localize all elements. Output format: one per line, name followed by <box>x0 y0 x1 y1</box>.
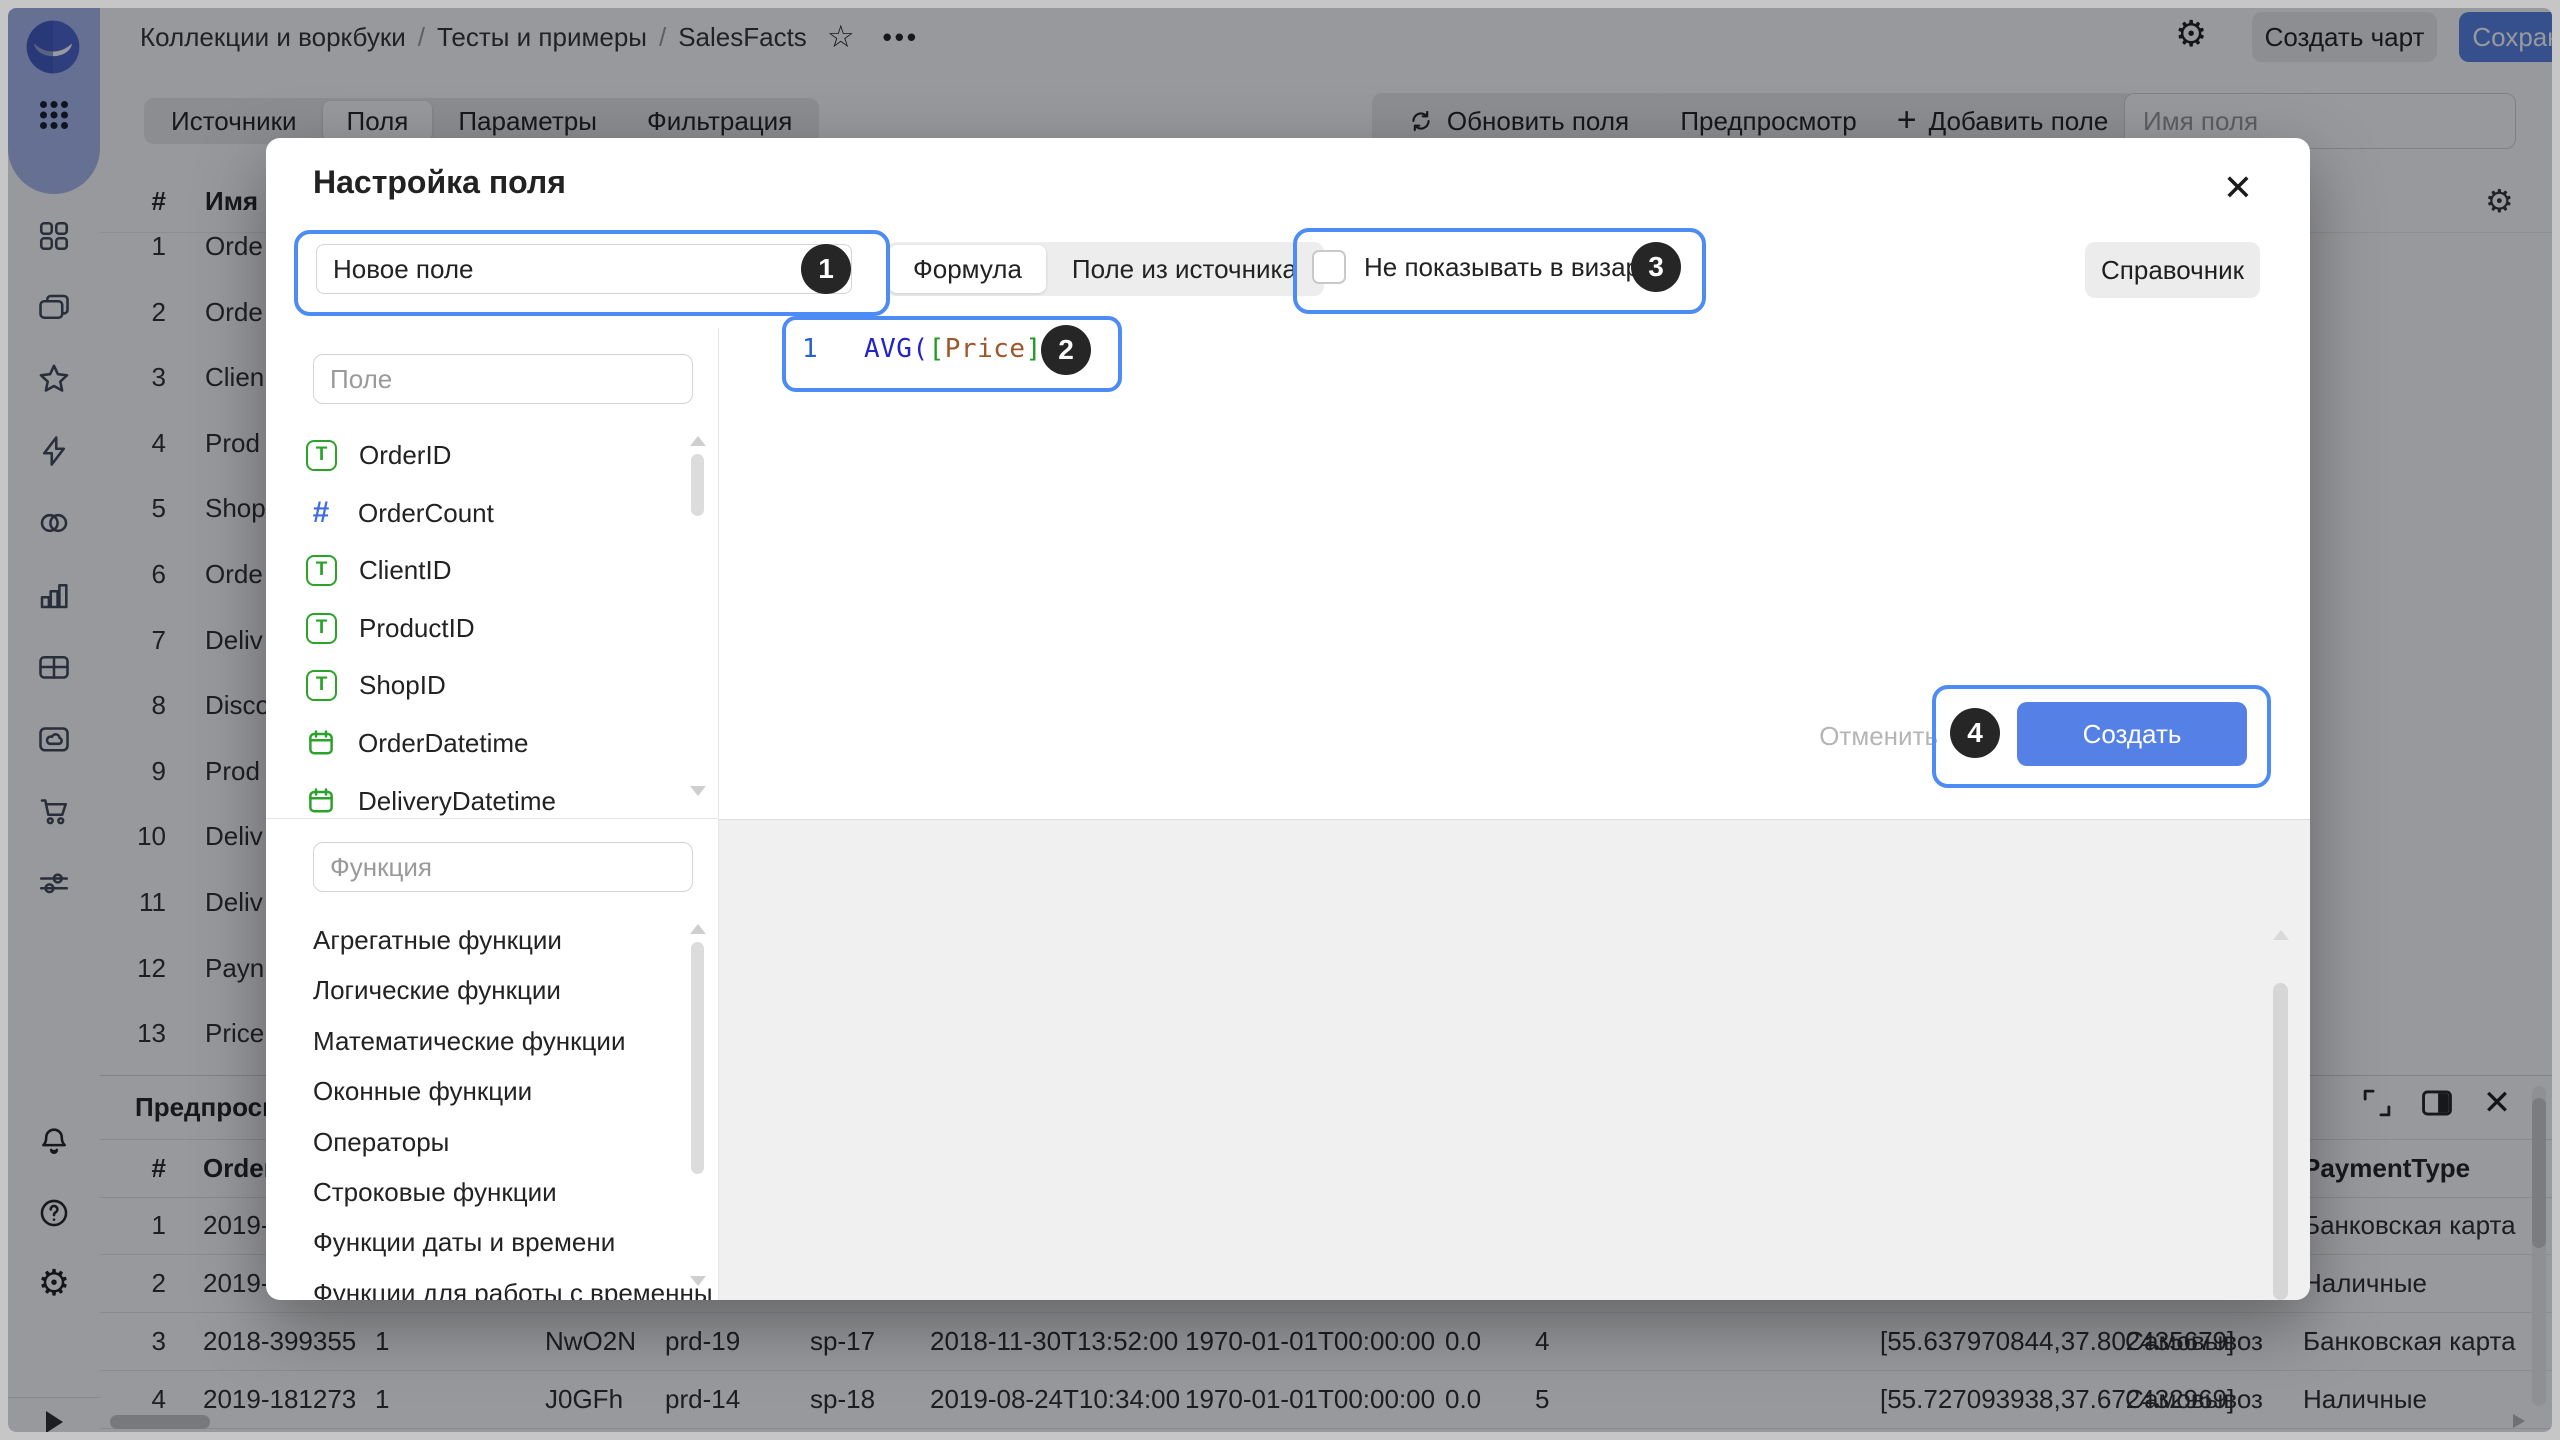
formula-token: ] <box>1026 334 1042 364</box>
create-button[interactable]: Создать <box>2017 702 2247 766</box>
function-group-item[interactable]: Математические функции <box>313 1016 711 1066</box>
dialog-close-button[interactable]: ✕ <box>2214 164 2262 212</box>
formula-line-number: 1 <box>802 334 818 364</box>
field-search-input[interactable] <box>313 354 693 404</box>
field-list-item[interactable]: T ProductID <box>306 599 698 657</box>
formula-token: Price <box>945 334 1026 364</box>
date-type-icon <box>306 786 336 816</box>
date-type-icon <box>306 728 336 758</box>
annotation-badge-3: 3 <box>1631 242 1681 292</box>
field-list-item[interactable]: # OrderCount <box>306 484 698 542</box>
function-group-item[interactable]: Логические функции <box>313 965 711 1015</box>
field-list-item[interactable]: T ClientID <box>306 541 698 599</box>
field-list-item[interactable]: T OrderID <box>306 426 698 484</box>
annotation-badge-4: 4 <box>1950 708 2000 758</box>
annotation-badge-2: 2 <box>1041 325 1091 375</box>
function-list-scroll-down-icon[interactable] <box>690 1276 706 1286</box>
field-name: OrderID <box>359 440 451 471</box>
field-name: DeliveryDatetime <box>358 786 556 817</box>
formula-token: AVG( <box>864 334 929 364</box>
hide-in-wizard-control: Не показывать в визарде <box>1312 234 1669 300</box>
tab-source-field[interactable]: Поле из источника <box>1048 245 1321 293</box>
app-window: ⚙ Коллекции и воркбуки / Тесты и примеры… <box>8 8 2552 1432</box>
function-group-item[interactable]: Операторы <box>313 1117 711 1167</box>
function-list-scroll-up-icon[interactable] <box>690 924 706 934</box>
function-group-item[interactable]: Агрегатные функции <box>313 915 711 965</box>
formula-token: [ <box>929 334 945 364</box>
field-settings-dialog: Настройка поля ✕ 1 Формула Поле из источ… <box>266 138 2310 1300</box>
field-name: ProductID <box>359 613 475 644</box>
string-type-icon: T <box>306 555 337 586</box>
string-type-icon: T <box>306 670 337 701</box>
screenshot-root: ⚙ Коллекции и воркбуки / Тесты и примеры… <box>0 0 2560 1440</box>
field-list-item[interactable]: DeliveryDatetime <box>306 772 698 830</box>
field-list-scrollbar-thumb[interactable] <box>691 454 704 516</box>
tab-formula[interactable]: Формула <box>889 245 1046 293</box>
string-type-icon: T <box>306 613 337 644</box>
reference-button[interactable]: Справочник <box>2085 242 2260 298</box>
function-group-item[interactable]: Строковые функции <box>313 1167 711 1217</box>
field-name: ShopID <box>359 670 446 701</box>
number-type-icon: # <box>306 498 336 528</box>
field-name: OrderCount <box>358 498 494 529</box>
field-mode-tabs: Формула Поле из источника <box>886 242 1324 296</box>
field-list-item[interactable]: OrderDatetime <box>306 714 698 772</box>
field-name-input[interactable] <box>316 244 852 294</box>
cancel-button[interactable]: Отменить <box>1778 721 1938 752</box>
close-icon: ✕ <box>2223 167 2253 209</box>
dialog-title: Настройка поля <box>313 164 566 201</box>
field-list-item[interactable]: T ShopID <box>306 656 698 714</box>
docs-scrollbar-thumb[interactable] <box>2273 983 2288 1300</box>
function-docs-panel <box>719 819 2310 1300</box>
hide-in-wizard-label: Не показывать в визарде <box>1364 252 1669 283</box>
field-list-scroll-down-icon[interactable] <box>690 786 706 796</box>
formula-code[interactable]: AVG([Price]) <box>864 334 1058 364</box>
field-list-scroll-up-icon[interactable] <box>690 436 706 446</box>
function-list-scrollbar-thumb[interactable] <box>691 942 704 1174</box>
annotation-badge-1: 1 <box>801 244 851 294</box>
field-name: ClientID <box>359 555 451 586</box>
field-name: OrderDatetime <box>358 728 529 759</box>
docs-scroll-up-icon[interactable] <box>2273 930 2289 940</box>
function-group-item[interactable]: Функции для работы с временным <box>313 1268 711 1300</box>
function-group-item[interactable]: Функции даты и времени <box>313 1217 711 1267</box>
function-group-item[interactable]: Оконные функции <box>313 1066 711 1116</box>
function-search-input[interactable] <box>313 842 693 892</box>
string-type-icon: T <box>306 440 337 471</box>
hide-in-wizard-checkbox[interactable] <box>1312 250 1346 284</box>
